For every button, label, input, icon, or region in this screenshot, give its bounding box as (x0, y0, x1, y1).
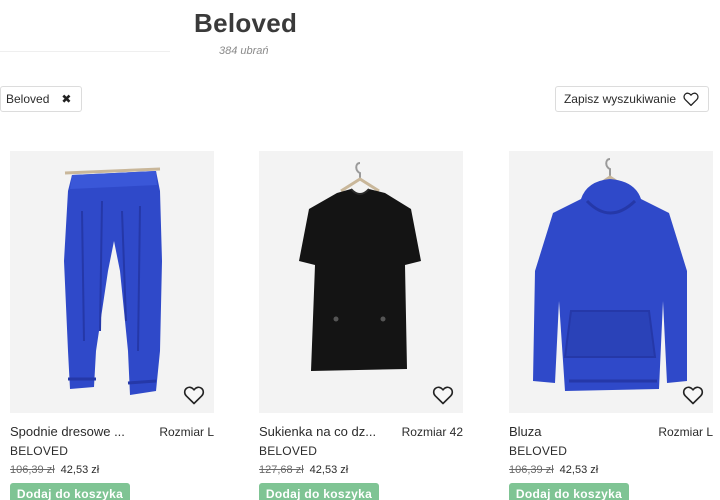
product-photo[interactable] (259, 151, 463, 413)
heart-icon (683, 92, 699, 107)
new-price: 42,53 zł (60, 464, 100, 476)
hoodie-image (533, 158, 687, 391)
heart-icon[interactable] (181, 383, 207, 407)
product-size: Rozmiar 42 (401, 425, 463, 439)
page-header: Beloved 384 ubrań (0, 0, 720, 70)
product-name[interactable]: Spodnie dresowe ... (10, 424, 125, 439)
product-name[interactable]: Sukienka na co dz... (259, 424, 376, 439)
product-brand: BELOVED (259, 444, 318, 458)
add-to-cart-button[interactable]: Dodaj do koszyka (10, 483, 130, 500)
dress-image (299, 162, 421, 371)
product-size: Rozmiar L (159, 425, 214, 439)
old-price: 127,68 zł (259, 464, 304, 476)
product-brand: BELOVED (10, 444, 69, 458)
old-price: 106,39 zł (509, 464, 554, 476)
product-card[interactable]: Bluza Rozmiar L BELOVED 106,39 zł 42,53 … (509, 151, 713, 500)
heart-icon[interactable] (430, 383, 456, 407)
old-price: 106,39 zł (10, 464, 55, 476)
item-count: 384 ubrań (219, 45, 269, 57)
heart-icon[interactable] (680, 383, 706, 407)
track-pants-image (64, 167, 162, 395)
new-price: 42,53 zł (559, 464, 599, 476)
product-photo[interactable] (10, 151, 214, 413)
close-icon[interactable]: ✖ (61, 93, 71, 105)
product-photo[interactable] (509, 151, 713, 413)
header-divider (0, 51, 170, 52)
product-name[interactable]: Bluza (509, 424, 542, 439)
save-search-label: Zapisz wyszukiwanie (563, 92, 676, 106)
product-brand: BELOVED (509, 444, 568, 458)
filter-chip-label: Beloved (6, 92, 50, 106)
add-to-cart-button[interactable]: Dodaj do koszyka (259, 483, 379, 500)
save-search-button[interactable]: Zapisz wyszukiwanie (554, 86, 709, 112)
add-to-cart-button[interactable]: Dodaj do koszyka (509, 483, 629, 500)
product-card[interactable]: Spodnie dresowe ... Rozmiar L BELOVED 10… (10, 151, 214, 500)
product-card[interactable]: Sukienka na co dz... Rozmiar 42 BELOVED … (259, 151, 463, 500)
filter-chip-brand[interactable]: Beloved ✖ (0, 86, 83, 112)
page-title: Beloved (194, 8, 298, 38)
product-size: Rozmiar L (658, 425, 713, 439)
new-price: 42,53 zł (309, 464, 349, 476)
